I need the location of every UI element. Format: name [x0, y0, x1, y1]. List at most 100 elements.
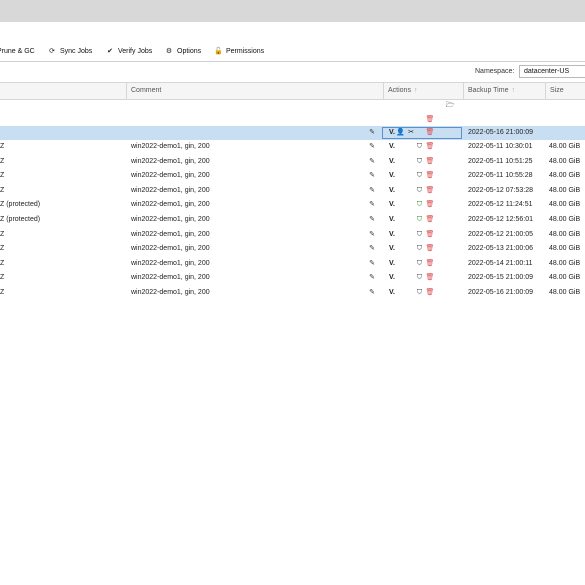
size-cell: 48.00 GiB [549, 143, 581, 150]
protected-shield-icon[interactable]: ⛉ [415, 198, 424, 212]
pencil-icon[interactable]: ✎ [367, 257, 377, 271]
pencil-icon[interactable]: ✎ [367, 271, 377, 285]
trash-icon[interactable]: 🗑 [425, 126, 435, 140]
group-row[interactable]: 🗑 [0, 113, 585, 127]
verify-icon[interactable]: V. [386, 184, 398, 198]
verify-icon[interactable]: V. [386, 257, 398, 271]
comment-column-header[interactable]: Comment [126, 83, 383, 99]
snapshot-name-cell: Z [0, 245, 5, 252]
options-label: Options [177, 48, 202, 55]
verify-icon[interactable]: V. [386, 155, 398, 169]
trash-icon[interactable]: 🗑 [425, 198, 435, 212]
verify-icon[interactable]: V. [386, 228, 398, 242]
pencil-icon[interactable]: ✎ [367, 198, 377, 212]
trash-icon[interactable]: 🗑 [425, 213, 435, 227]
actions-column-header[interactable]: Actions ↑ [383, 83, 463, 99]
size-cell: 48.00 GiB [549, 172, 581, 179]
trash-icon[interactable]: 🗑 [425, 155, 435, 169]
backup-time-cell: 2022-05-15 21:00:09 [468, 274, 533, 281]
trash-icon[interactable]: 🗑 [425, 228, 435, 242]
shield-icon[interactable]: ⛉ [415, 228, 424, 242]
options-tab[interactable]: ⚙ Options [165, 46, 201, 58]
shield-icon[interactable]: ⛉ [415, 155, 424, 169]
size-cell: 48.00 GiB [549, 289, 581, 296]
verify-icon[interactable]: V. [386, 169, 398, 183]
shield-icon[interactable]: ⛉ [415, 140, 424, 154]
protected-shield-icon[interactable]: ⛉ [415, 213, 424, 227]
trash-icon[interactable]: 🗑 [425, 286, 435, 300]
shield-icon[interactable]: ⛉ [415, 286, 424, 300]
trash-icon[interactable]: 🗑 [425, 242, 435, 256]
sort-arrow-icon: ↑ [511, 87, 515, 94]
snapshot-name-cell: Z (protected) [0, 216, 41, 223]
size-cell: 48.00 GiB [549, 201, 581, 208]
snapshot-name-cell: Z [0, 143, 5, 150]
verify-icon[interactable]: V. [386, 140, 398, 154]
pencil-icon[interactable]: ✎ [367, 242, 377, 256]
pencil-icon[interactable]: ✎ [367, 140, 377, 154]
trash-icon[interactable]: 🗑 [425, 169, 435, 183]
table-row-selected[interactable]: ✎ V. 👤 ✂ 🗑 2022-05-16 21:00:09 [0, 126, 585, 140]
prune-gc-tab[interactable]: Prune & GC [0, 46, 35, 58]
comment-cell: win2022-demo1, gin, 200 [131, 187, 210, 194]
sync-jobs-label: Sync Jobs [60, 48, 93, 55]
pencil-icon[interactable]: ✎ [367, 286, 377, 300]
permissions-label: Permissions [226, 48, 265, 55]
table-row[interactable]: Z win2022-demo1, gin, 200 ✎ V. ⛉ 🗑 2022-… [0, 228, 585, 242]
table-header: Comment Actions ↑ Backup Time ↑ Size [0, 82, 585, 100]
table-row[interactable]: Z win2022-demo1, gin, 200 ✎ V. ⛉ 🗑 2022-… [0, 271, 585, 285]
table-row[interactable]: Z win2022-demo1, gin, 200 ✎ V. ⛉ 🗑 2022-… [0, 140, 585, 154]
comment-cell: win2022-demo1, gin, 200 [131, 201, 210, 208]
snapshot-name-cell: Z [0, 274, 5, 281]
shield-icon[interactable]: ⛉ [415, 169, 424, 183]
shield-icon[interactable]: ⛉ [415, 242, 424, 256]
size-cell: 48.00 GiB [549, 216, 581, 223]
table-row[interactable]: Z win2022-demo1, gin, 200 ✎ V. ⛉ 🗑 2022-… [0, 286, 585, 300]
pencil-icon[interactable]: ✎ [367, 184, 377, 198]
table-row[interactable]: Z win2022-demo1, gin, 200 ✎ V. ⛉ 🗑 2022-… [0, 155, 585, 169]
namespace-selector[interactable] [519, 65, 585, 78]
verify-icon[interactable]: V. [386, 242, 398, 256]
sync-icon: ⟳ [49, 48, 55, 55]
pencil-icon[interactable]: ✎ [367, 169, 377, 183]
shield-icon[interactable]: ⛉ [415, 257, 424, 271]
folder-icon[interactable]: 🗁 [445, 99, 455, 113]
pencil-icon[interactable]: ✎ [367, 213, 377, 227]
comment-cell: win2022-demo1, gin, 200 [131, 172, 210, 179]
shield-icon[interactable]: ⛉ [415, 184, 424, 198]
pencil-icon[interactable]: ✎ [367, 155, 377, 169]
trash-icon[interactable]: 🗑 [425, 113, 435, 127]
permissions-tab[interactable]: 🔓 Permissions [214, 46, 264, 58]
trash-icon[interactable]: 🗑 [425, 140, 435, 154]
table-row[interactable]: Z win2022-demo1, gin, 200 ✎ V. ⛉ 🗑 2022-… [0, 242, 585, 256]
table-row[interactable]: Z win2022-demo1, gin, 200 ✎ V. ⛉ 🗑 2022-… [0, 169, 585, 183]
trash-icon[interactable]: 🗑 [425, 257, 435, 271]
size-cell: 48.00 GiB [549, 158, 581, 165]
sort-arrow-icon: ↑ [413, 87, 418, 94]
verify-jobs-tab[interactable]: ✔ Verify Jobs [106, 46, 152, 58]
trash-icon[interactable]: 🗑 [425, 184, 435, 198]
verify-icon[interactable]: V. [386, 286, 398, 300]
group-row[interactable]: 🗁 [0, 99, 585, 113]
datastore-toolbar: Prune & GC ⟳ Sync Jobs ✔ Verify Jobs ⚙ Opti… [0, 43, 585, 60]
pencil-icon[interactable]: ✎ [367, 228, 377, 242]
backup-time-column-header[interactable]: Backup Time ↑ [463, 83, 545, 99]
size-column-header[interactable]: Size [545, 83, 585, 99]
verify-icon[interactable]: V. [386, 213, 398, 227]
table-row[interactable]: Z win2022-demo1, gin, 200 ✎ V. ⛉ 🗑 2022-… [0, 184, 585, 198]
backup-time-cell: 2022-05-14 21:00:11 [468, 260, 533, 267]
table-row[interactable]: Z (protected) win2022-demo1, gin, 200 ✎ … [0, 213, 585, 227]
shield-icon[interactable]: ⛉ [415, 271, 424, 285]
user-icon[interactable]: 👤 [396, 126, 405, 140]
backup-time-cell: 2022-05-11 10:30:01 [468, 143, 533, 150]
verify-icon[interactable]: V. [386, 271, 398, 285]
verify-icon[interactable]: V. [386, 198, 398, 212]
comment-cell: win2022-demo1, gin, 200 [131, 245, 210, 252]
sync-jobs-tab[interactable]: ⟳ Sync Jobs [48, 46, 92, 58]
trash-icon[interactable]: 🗑 [425, 271, 435, 285]
table-row[interactable]: Z win2022-demo1, gin, 200 ✎ V. ⛉ 🗑 2022-… [0, 257, 585, 271]
table-row[interactable]: Z (protected) win2022-demo1, gin, 200 ✎ … [0, 198, 585, 212]
pencil-icon[interactable]: ✎ [367, 126, 377, 140]
scissors-icon[interactable]: ✂ [406, 126, 416, 140]
snapshot-name-cell: Z [0, 231, 5, 238]
